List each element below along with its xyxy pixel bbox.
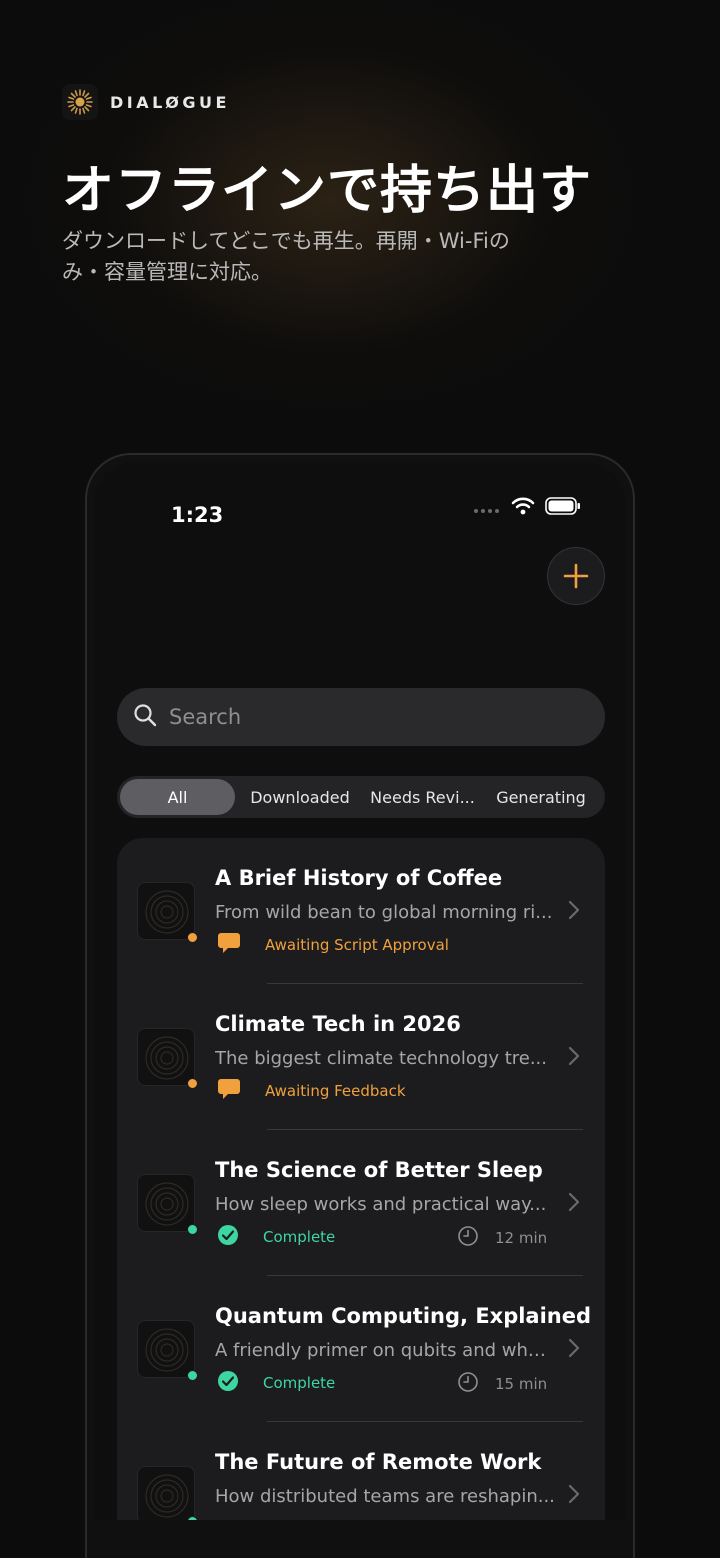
status-label: Complete [263,1228,336,1246]
sunburst-logo-icon [62,84,98,120]
episode-title: Climate Tech in 2026 [215,1012,461,1036]
add-button[interactable] [547,547,605,605]
plus-icon [563,563,589,589]
episode-duration: 15 min [457,1371,547,1397]
brand: DIALØGUE [62,84,230,120]
checkmark-icon [217,1224,239,1250]
episode-description: How sleep works and practical way... [215,1194,547,1215]
status-dot [187,1224,198,1235]
chevron-right-icon [567,1484,581,1508]
episode-description: A friendly primer on qubits and wha... [215,1340,555,1361]
episode-thumbnail [137,882,195,940]
episode-status: Awaiting Feedback [217,1078,406,1104]
status-dot [187,1516,198,1520]
episode-status: Complete [217,1224,335,1250]
episode-thumbnail [137,1174,195,1232]
status-dot [187,932,198,943]
hero-subtitle: ダウンロードしてどこでも再生。再開・Wi-Fiのみ・容量管理に対応。 [62,229,510,284]
status-time: 1:23 [171,503,224,527]
episode-title: The Future of Remote Work [215,1450,542,1474]
checkmark-icon [217,1370,239,1396]
episode-row[interactable]: Climate Tech in 2026 The biggest climate … [117,984,605,1130]
status-label: Awaiting Feedback [265,1082,406,1100]
episode-duration: 12 min [457,1225,547,1251]
episode-row[interactable]: The Future of Remote Work How distributed… [117,1422,605,1520]
wifi-icon [511,497,535,519]
episode-thumbnail [137,1466,195,1520]
chevron-right-icon [567,1338,581,1362]
search-placeholder: Search [169,705,242,729]
filter-generating[interactable]: Generating [480,779,602,815]
episode-status: Complete [217,1370,335,1396]
episode-title: A Brief History of Coffee [215,866,503,890]
episode-thumbnail [137,1320,195,1378]
duration-label: 12 min [495,1229,548,1247]
episode-description: The biggest climate technology tre... [215,1048,547,1069]
status-dot [187,1370,198,1381]
duration-label: 15 min [495,1375,548,1393]
episode-status: Awaiting Script Approval [217,932,449,958]
episode-row[interactable]: The Science of Better Sleep How sleep wor… [117,1130,605,1276]
filter-downloaded[interactable]: Downloaded [235,779,365,815]
comment-bubble-icon [217,932,241,958]
status-icons [473,497,581,519]
episode-title: Quantum Computing, Explained [215,1304,592,1328]
filter-needs-review[interactable]: Needs Revi... [365,779,480,815]
episode-row[interactable]: A Brief History of Coffee From wild bean … [117,838,605,984]
episode-row[interactable]: Quantum Computing, Explained A friendly p… [117,1276,605,1422]
clock-icon [457,1371,479,1397]
episode-thumbnail [137,1028,195,1086]
chevron-right-icon [567,1192,581,1216]
chevron-right-icon [567,900,581,924]
search-icon [133,703,157,731]
brand-name: DIALØGUE [110,92,230,112]
hero-title: オフラインで持ち出す [62,161,593,221]
filter-segmented-control: All Downloaded Needs Revi... Generating [117,776,605,818]
episode-description: How distributed teams are reshapin... [215,1486,555,1507]
status-label: Complete [263,1374,336,1392]
phone-frame: 1:23 Search All Downloaded Needs Revi...… [85,453,635,1558]
clock-icon [457,1225,479,1251]
status-dot [187,1078,198,1089]
search-input[interactable]: Search [117,688,605,746]
comment-bubble-icon [217,1078,241,1104]
battery-icon [545,497,581,519]
episode-description: From wild bean to global morning ri... [215,902,553,923]
phone-screen: 1:23 Search All Downloaded Needs Revi...… [95,463,625,1520]
episode-list: A Brief History of Coffee From wild bean … [117,838,605,1520]
episode-title: The Science of Better Sleep [215,1158,543,1182]
filter-all[interactable]: All [120,779,235,815]
signal-icon [473,499,501,518]
chevron-right-icon [567,1046,581,1070]
status-label: Awaiting Script Approval [265,936,449,954]
